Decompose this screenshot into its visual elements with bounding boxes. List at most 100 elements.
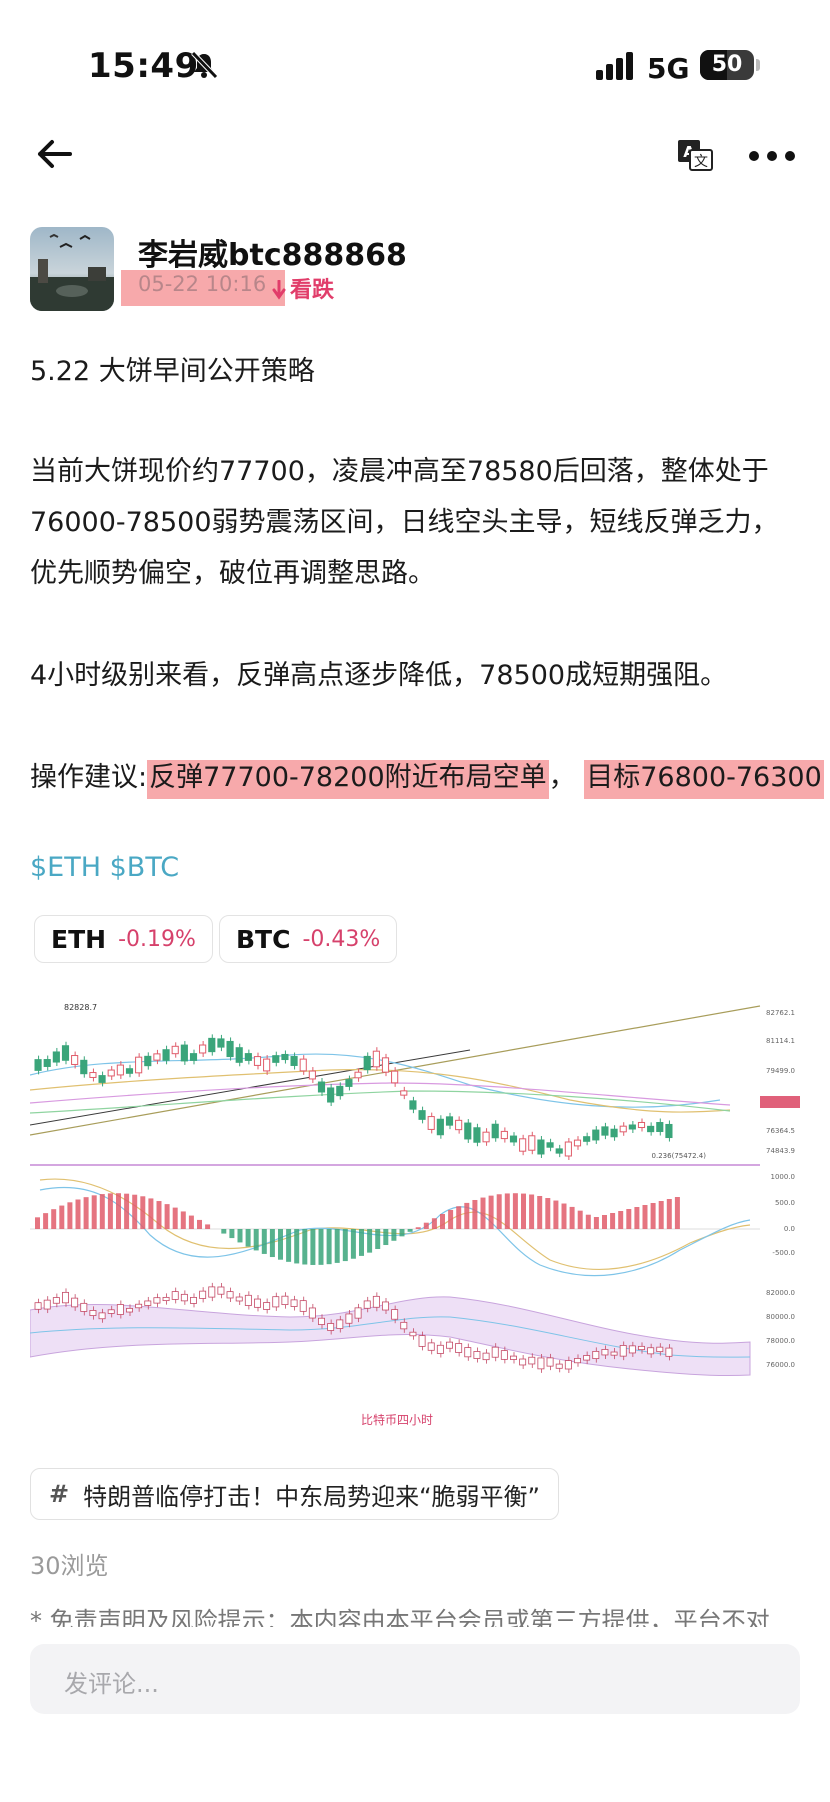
candle: [427, 1342, 435, 1351]
candle: [189, 1053, 198, 1061]
macd-bar: [197, 1219, 202, 1229]
post-tags[interactable]: $ETH $BTC: [30, 852, 179, 883]
candle: [71, 1055, 79, 1065]
candle: [89, 1310, 97, 1316]
ticker-chip-eth[interactable]: ETH -0.19%: [34, 915, 213, 963]
macd-bar: [521, 1193, 526, 1229]
ticker-symbol: BTC: [236, 924, 291, 954]
macd-bar: [674, 1197, 680, 1229]
macd-axis-label: 0.0: [784, 1225, 795, 1233]
candle: [71, 1297, 79, 1308]
macd-axis-label: 500.0: [775, 1199, 795, 1207]
candle: [372, 1050, 380, 1068]
comment-input[interactable]: 发评论...: [30, 1644, 800, 1714]
candle: [52, 1051, 60, 1063]
candle: [244, 1294, 252, 1306]
macd-axis-label: -500.0: [772, 1249, 795, 1257]
candle: [253, 1056, 262, 1066]
candle: [573, 1139, 582, 1147]
translate-icon[interactable]: A 文: [678, 140, 714, 172]
advice-separator: ，: [548, 762, 576, 793]
candle: [427, 1116, 435, 1130]
candle: [372, 1295, 380, 1308]
macd-bar: [504, 1193, 510, 1229]
macd-bar: [367, 1229, 373, 1253]
macd-bar: [634, 1207, 640, 1229]
price-axis-label: 76364.5: [766, 1127, 795, 1135]
arrow-down-icon: [272, 279, 286, 300]
candle: [436, 1118, 444, 1136]
candle: [290, 1056, 298, 1066]
macd-bar: [245, 1229, 251, 1247]
macd-bar: [294, 1229, 300, 1264]
macd-bar: [302, 1229, 308, 1265]
candle: [555, 1363, 563, 1369]
ma-line-yellow: [30, 1069, 731, 1113]
candle: [391, 1309, 399, 1320]
candle: [354, 1307, 362, 1319]
macd-bar: [205, 1224, 211, 1229]
candle: [290, 1299, 298, 1307]
macd-bar: [286, 1229, 292, 1262]
author-name[interactable]: 李岩威btc888868: [138, 230, 407, 274]
candle: [217, 1286, 225, 1295]
macd-bar: [407, 1229, 413, 1232]
candle: [125, 1068, 134, 1074]
macd-bar: [237, 1229, 243, 1243]
network-type: 5G: [647, 52, 690, 85]
current-price-tag: [760, 1096, 800, 1108]
macd-bar: [124, 1193, 130, 1229]
candle: [308, 1070, 316, 1080]
post-paragraph-2: 4小时级别来看，反弹高点逐步降低，78500成短期强阻。: [30, 660, 728, 691]
author-avatar[interactable]: [30, 227, 114, 311]
macd-bar: [383, 1229, 389, 1246]
candle: [162, 1049, 170, 1061]
candle: [564, 1141, 572, 1157]
candle: [464, 1347, 472, 1358]
macd-bar: [626, 1209, 632, 1229]
candle: [592, 1129, 600, 1141]
candle: [665, 1347, 673, 1357]
macd-bar: [35, 1217, 40, 1229]
macd-bar: [577, 1210, 583, 1229]
candle: [409, 1331, 417, 1337]
candle: [583, 1136, 591, 1142]
candle: [336, 1319, 344, 1329]
macd-bar: [67, 1202, 73, 1229]
candle: [354, 1071, 362, 1079]
candle: [473, 1127, 481, 1143]
candle: [107, 1069, 115, 1077]
macd-bar: [610, 1213, 616, 1229]
candle: [34, 1059, 42, 1071]
candle: [244, 1053, 252, 1061]
candle: [135, 1056, 143, 1074]
candle: [647, 1347, 655, 1355]
topic-chip[interactable]: # 特朗普临停打击！中东局势迎来“脆弱平衡”: [30, 1468, 559, 1520]
back-arrow-icon[interactable]: [34, 136, 74, 172]
candle: [89, 1072, 97, 1078]
macd-bar: [310, 1229, 316, 1265]
candle: [208, 1037, 216, 1053]
candle: [180, 1293, 188, 1302]
candle: [555, 1148, 563, 1154]
high-marker: 82828.7: [64, 1003, 97, 1012]
btc-4h-chart-image[interactable]: 82828.7 0.236(75472.4) 82762.1 81114.1 794…: [30, 995, 800, 1435]
candle: [418, 1335, 426, 1347]
macd-bar: [269, 1229, 275, 1258]
ticker-chip-btc[interactable]: BTC -0.43%: [219, 915, 398, 963]
macd-bar: [666, 1199, 672, 1229]
candle: [382, 1301, 389, 1311]
post-datetime: 05-22 10:16: [138, 272, 267, 296]
candle: [217, 1038, 225, 1048]
candle: [272, 1296, 280, 1308]
candle: [116, 1064, 124, 1076]
candle: [491, 1123, 499, 1139]
macd-bar: [253, 1229, 259, 1251]
candle: [528, 1135, 536, 1151]
candle: [153, 1297, 161, 1304]
candle: [153, 1053, 161, 1061]
macd-bar: [537, 1195, 543, 1229]
candle: [647, 1125, 655, 1133]
macd-bar: [545, 1198, 551, 1229]
more-options-icon[interactable]: [748, 148, 796, 164]
